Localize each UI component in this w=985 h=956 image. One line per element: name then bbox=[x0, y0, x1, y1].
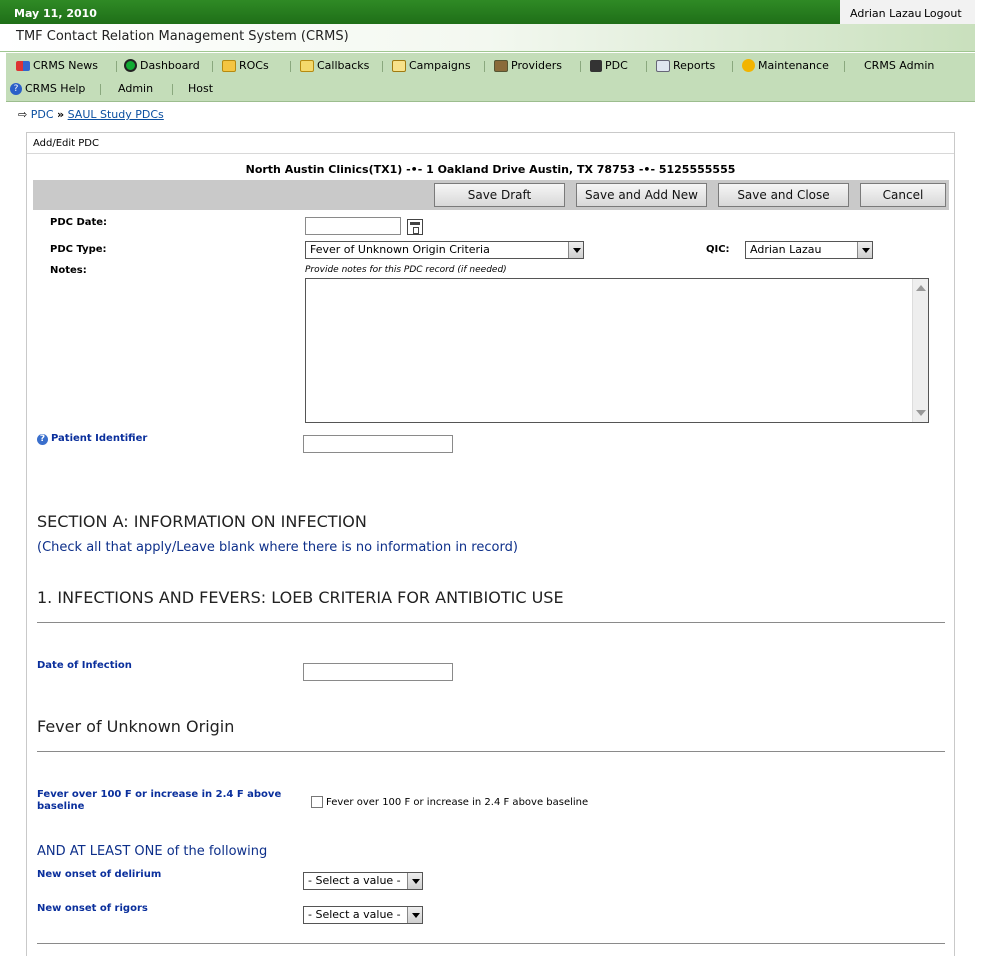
notes-label: Notes: bbox=[50, 265, 87, 276]
save-draft-button[interactable]: Save Draft bbox=[434, 183, 565, 207]
rigors-label: New onset of rigors bbox=[37, 903, 148, 914]
menu-crms-news[interactable]: CRMS News bbox=[16, 59, 98, 72]
rigors-select[interactable]: - Select a value - bbox=[303, 906, 423, 924]
arrow-right-icon: ⇨ bbox=[18, 108, 28, 121]
menu-pdc[interactable]: PDC bbox=[590, 59, 628, 72]
app-title: TMF Contact Relation Management System (… bbox=[16, 29, 349, 44]
news-icon bbox=[16, 60, 30, 71]
action-bar: Save Draft Save and Add New Save and Clo… bbox=[33, 180, 949, 210]
rocs-icon bbox=[222, 59, 236, 72]
pdc-type-label: PDC Type: bbox=[50, 244, 107, 255]
maintenance-icon bbox=[742, 59, 755, 72]
app-title-bar: TMF Contact Relation Management System (… bbox=[0, 24, 975, 52]
section-a-subtitle: (Check all that apply/Leave blank where … bbox=[37, 540, 518, 555]
chevron-down-icon bbox=[857, 242, 872, 258]
cancel-button[interactable]: Cancel bbox=[860, 183, 946, 207]
breadcrumb-saul-study-pdcs[interactable]: SAUL Study PDCs bbox=[68, 108, 164, 121]
campaigns-icon bbox=[392, 59, 406, 72]
clinic-info: North Austin Clinics(TX1) -•- 1 Oakland … bbox=[245, 163, 736, 176]
top-bar: May 11, 2010 bbox=[0, 0, 975, 24]
providers-icon bbox=[494, 59, 508, 72]
menu-rocs[interactable]: ROCs bbox=[222, 59, 269, 72]
main-menu: CRMS News Dashboard ROCs Callbacks Campa… bbox=[6, 53, 975, 102]
breadcrumb-separator: » bbox=[57, 108, 65, 121]
pdc-type-selected: Fever of Unknown Origin Criteria bbox=[310, 243, 490, 256]
logout-link[interactable]: Logout bbox=[924, 7, 962, 20]
notes-scrollbar[interactable] bbox=[912, 279, 928, 422]
qic-selected: Adrian Lazau bbox=[750, 243, 822, 256]
menu-admin[interactable]: Admin bbox=[118, 82, 153, 95]
user-name: Adrian Lazau bbox=[850, 7, 922, 20]
user-area: Adrian Lazau Logout bbox=[840, 0, 975, 24]
delirium-selected: - Select a value - bbox=[308, 874, 401, 887]
qic-label: QIC: bbox=[706, 244, 730, 255]
menu-dashboard[interactable]: Dashboard bbox=[124, 59, 200, 72]
divider bbox=[37, 751, 945, 752]
chevron-down-icon bbox=[568, 242, 583, 258]
menu-reports[interactable]: Reports bbox=[656, 59, 715, 72]
delirium-label: New onset of delirium bbox=[37, 869, 162, 880]
menu-campaigns[interactable]: Campaigns bbox=[392, 59, 471, 72]
menu-providers[interactable]: Providers bbox=[494, 59, 562, 72]
patient-identifier-input[interactable] bbox=[303, 435, 453, 453]
date-of-infection-input[interactable] bbox=[303, 663, 453, 681]
fuo-heading: Fever of Unknown Origin bbox=[37, 717, 235, 736]
dashboard-icon bbox=[124, 59, 137, 72]
section-a-title: SECTION A: INFORMATION ON INFECTION bbox=[37, 512, 367, 531]
menu-crms-admin[interactable]: CRMS Admin bbox=[864, 59, 934, 72]
breadcrumb: ⇨ PDC » SAUL Study PDCs bbox=[18, 108, 164, 121]
calendar-icon[interactable] bbox=[407, 219, 423, 235]
panel-title: Add/Edit PDC bbox=[27, 133, 954, 154]
current-date: May 11, 2010 bbox=[14, 7, 97, 20]
qic-select[interactable]: Adrian Lazau bbox=[745, 241, 873, 259]
divider bbox=[37, 622, 945, 623]
reports-icon bbox=[656, 59, 670, 72]
menu-maintenance[interactable]: Maintenance bbox=[742, 59, 829, 72]
fever-label: Fever over 100 F or increase in 2.4 F ab… bbox=[37, 789, 282, 812]
rigors-selected: - Select a value - bbox=[308, 908, 401, 921]
save-and-add-new-button[interactable]: Save and Add New bbox=[576, 183, 707, 207]
divider bbox=[37, 943, 945, 944]
chevron-down-icon bbox=[407, 907, 422, 923]
scroll-down-icon[interactable] bbox=[916, 410, 926, 416]
pdc-icon bbox=[590, 59, 602, 72]
infections-heading: 1. INFECTIONS AND FEVERS: LOEB CRITERIA … bbox=[37, 588, 564, 607]
delirium-select[interactable]: - Select a value - bbox=[303, 872, 423, 890]
pdc-date-input[interactable] bbox=[305, 217, 401, 235]
pdc-type-select[interactable]: Fever of Unknown Origin Criteria bbox=[305, 241, 584, 259]
chevron-down-icon bbox=[407, 873, 422, 889]
pdc-date-label: PDC Date: bbox=[50, 217, 108, 228]
menu-host[interactable]: Host bbox=[188, 82, 213, 95]
help-icon: ? bbox=[10, 82, 22, 95]
date-of-infection-label: Date of Infection bbox=[37, 660, 132, 671]
patient-identifier-label: ? Patient Identifier bbox=[37, 433, 147, 445]
breadcrumb-pdc[interactable]: PDC bbox=[31, 108, 54, 121]
save-and-close-button[interactable]: Save and Close bbox=[718, 183, 849, 207]
callbacks-icon bbox=[300, 59, 314, 72]
help-icon[interactable]: ? bbox=[37, 434, 48, 445]
add-edit-pdc-panel: Add/Edit PDC North Austin Clinics(TX1) -… bbox=[26, 132, 955, 956]
notes-textarea[interactable] bbox=[305, 278, 929, 423]
menu-callbacks[interactable]: Callbacks bbox=[300, 59, 369, 72]
and-at-least-one: AND AT LEAST ONE of the following bbox=[37, 844, 268, 859]
fever-checkbox[interactable] bbox=[311, 796, 323, 808]
menu-crms-help[interactable]: ? CRMS Help bbox=[10, 82, 85, 95]
fever-checkbox-label: Fever over 100 F or increase in 2.4 F ab… bbox=[326, 797, 589, 808]
notes-hint: Provide notes for this PDC record (if ne… bbox=[305, 265, 507, 275]
scroll-up-icon[interactable] bbox=[916, 285, 926, 291]
